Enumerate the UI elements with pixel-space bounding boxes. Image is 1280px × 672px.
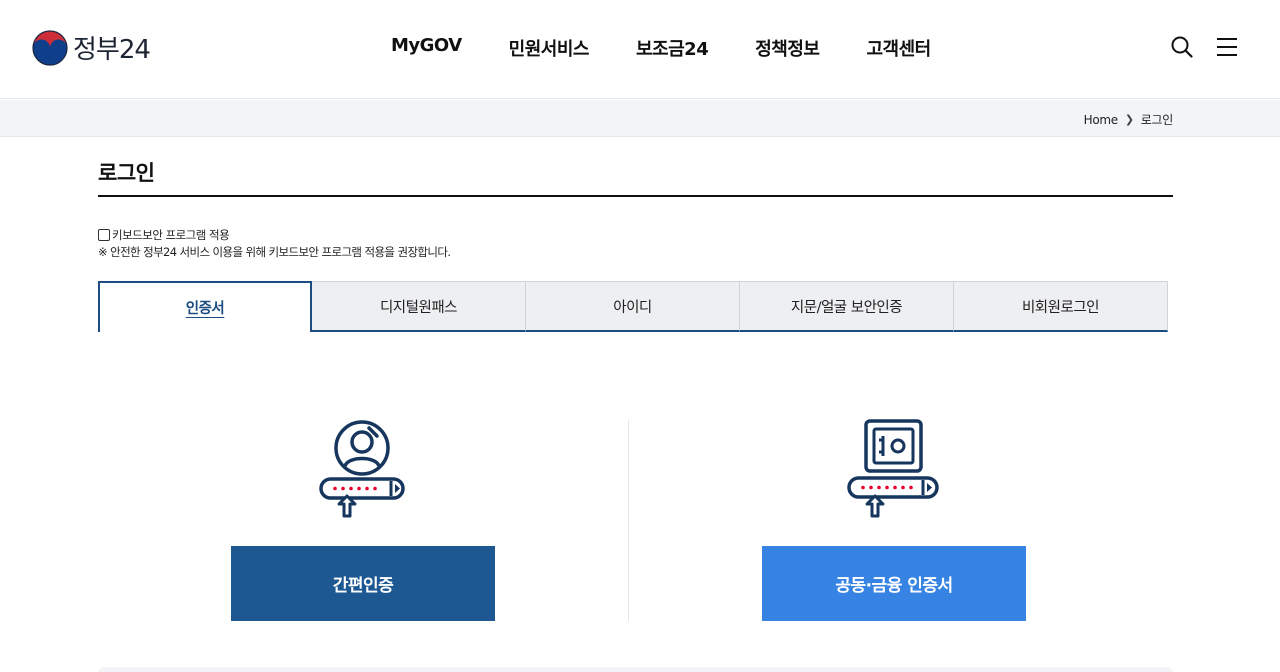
breadcrumb: Home ❯ 로그인 <box>1084 111 1174 128</box>
certificate-safe-icon <box>847 419 939 518</box>
hamburger-menu-icon[interactable] <box>1215 35 1239 59</box>
breadcrumb-current: 로그인 <box>1140 113 1174 127</box>
nav-customer-center[interactable]: 고객센터 <box>866 35 931 61</box>
tab-certificate[interactable]: 인증서 <box>98 281 312 332</box>
keyboard-security-note: ※ 안전한 정부24 서비스 이용을 위해 키보드보안 프로그램 적용을 권장합… <box>98 245 451 259</box>
breadcrumb-bar: Home ❯ 로그인 <box>0 100 1280 137</box>
keyboard-security-label[interactable]: 키보드보안 프로그램 적용 <box>112 227 230 243</box>
tab-biometric[interactable]: 지문/얼굴 보안인증 <box>740 281 954 332</box>
options-divider <box>628 420 629 621</box>
main-nav: MyGOV 민원서비스 보조금24 정책정보 고객센터 <box>391 35 931 61</box>
logo[interactable]: 정부24 <box>32 29 151 66</box>
nav-mygov[interactable]: MyGOV <box>391 35 462 61</box>
taegeuk-logo-icon <box>32 29 68 66</box>
tab-non-member[interactable]: 비회원로그인 <box>954 281 1168 332</box>
logo-text: 정부24 <box>73 35 151 65</box>
chevron-right-icon: ❯ <box>1124 113 1134 126</box>
simple-auth-icon <box>319 420 405 518</box>
keyboard-security-checkbox[interactable] <box>98 229 110 241</box>
login-method-tabs: 인증서 디지털원패스 아이디 지문/얼굴 보안인증 비회원로그인 <box>98 281 1169 332</box>
breadcrumb-home[interactable]: Home <box>1084 113 1119 127</box>
page-title: 로그인 <box>98 161 155 185</box>
simple-auth-button[interactable]: 간편인증 <box>231 546 495 621</box>
nav-subsidy24[interactable]: 보조금24 <box>636 35 709 61</box>
tab-id[interactable]: 아이디 <box>526 281 740 332</box>
tab-digital-onepass[interactable]: 디지털원패스 <box>312 281 526 332</box>
title-divider <box>98 195 1173 197</box>
keyboard-security-option: 키보드보안 프로그램 적용 <box>98 227 230 243</box>
search-icon[interactable] <box>1170 35 1194 59</box>
site-header: 정부24 MyGOV 민원서비스 보조금24 정책정보 고객센터 <box>0 0 1280 99</box>
nav-civil-service[interactable]: 민원서비스 <box>509 35 590 61</box>
nav-policy-info[interactable]: 정책정보 <box>755 35 820 61</box>
joint-financial-cert-button[interactable]: 공동·금융 인증서 <box>762 546 1026 621</box>
bottom-info-box <box>98 667 1173 672</box>
